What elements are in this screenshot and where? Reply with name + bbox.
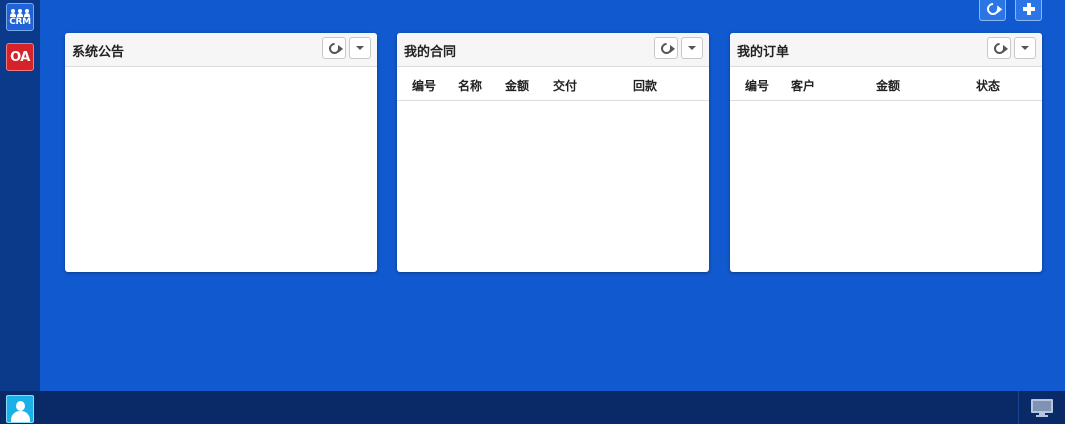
column-header-status[interactable]: 状态 [976,77,1000,94]
panel-title: 我的订单 [737,45,790,60]
panel-header: 我的合同 [397,33,709,67]
panel-refresh-button[interactable] [987,37,1011,59]
chevron-down-icon [688,46,696,50]
panel-menu-button[interactable] [681,37,703,59]
crm-app-button[interactable]: CRM [6,3,34,31]
refresh-icon [326,40,342,56]
taskbar-divider [1018,391,1019,424]
app-grid-icon[interactable] [6,84,34,108]
panel-header: 系统公告 [65,33,377,67]
panel-title: 系统公告 [72,45,125,60]
crm-app-label: CRM [9,16,31,27]
column-header-id[interactable]: 编号 [745,77,769,94]
add-panel-button[interactable] [1015,0,1042,21]
panel-title: 我的合同 [404,45,457,60]
desktop-monitor-icon[interactable] [1031,399,1053,417]
refresh-icon [984,0,1001,17]
panel-refresh-button[interactable] [654,37,678,59]
table-header: 编号 名称 金额 交付 回款 [397,67,709,101]
column-header-payment[interactable]: 回款 [633,77,657,94]
chevron-down-icon [356,46,364,50]
plus-icon [1022,2,1035,15]
panel-menu-button[interactable] [349,37,371,59]
oa-app-label: OA [10,49,30,65]
panel-refresh-button[interactable] [322,37,346,59]
panel-header: 我的订单 [730,33,1042,67]
column-header-name[interactable]: 名称 [458,77,482,94]
table-header: 编号 客户 金额 状态 [730,67,1042,101]
column-header-customer[interactable]: 客户 [791,77,815,94]
refresh-icon [658,40,674,56]
column-header-amount[interactable]: 金额 [505,77,529,94]
column-header-delivery[interactable]: 交付 [553,77,577,94]
order-panel: 我的订单 编号 客户 金额 状态 [730,33,1042,272]
oa-app-button[interactable]: OA [6,43,34,71]
bottom-taskbar [0,391,1065,424]
user-avatar-icon[interactable] [6,395,34,423]
chevron-down-icon [1021,46,1029,50]
left-sidebar: CRM OA [0,0,40,391]
notice-panel: 系统公告 [65,33,377,272]
refresh-all-button[interactable] [979,0,1006,21]
panel-menu-button[interactable] [1014,37,1036,59]
contract-panel: 我的合同 编号 名称 金额 交付 回款 [397,33,709,272]
refresh-icon [991,40,1007,56]
crm-people-icon [10,8,30,17]
column-header-amount[interactable]: 金额 [876,77,900,94]
column-header-id[interactable]: 编号 [412,77,436,94]
